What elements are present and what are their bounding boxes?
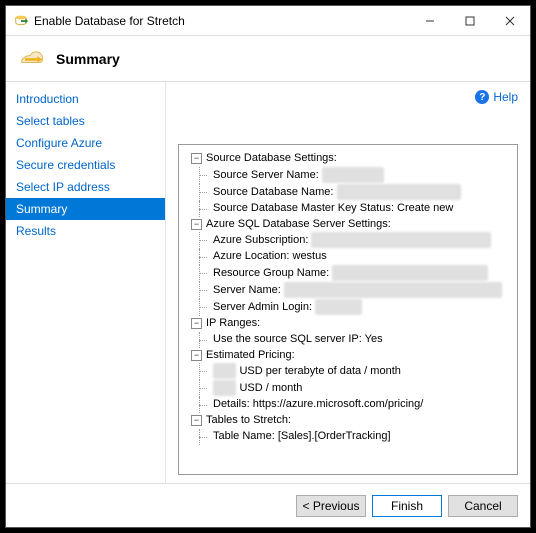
wizard-footer: < Previous Finish Cancel bbox=[6, 483, 530, 527]
nav-results[interactable]: Results bbox=[6, 220, 165, 242]
tree-leaf: Source Database Name: ████████████████ bbox=[209, 184, 511, 201]
window-title: Enable Database for Stretch bbox=[34, 14, 410, 28]
wizard-header: Summary bbox=[6, 36, 530, 82]
nav-summary[interactable]: Summary bbox=[6, 198, 165, 220]
finish-button[interactable]: Finish bbox=[372, 495, 442, 517]
collapse-icon[interactable]: − bbox=[191, 318, 202, 329]
help-icon: ? bbox=[475, 90, 489, 104]
tree-leaf: ███ USD per terabyte of data / month bbox=[209, 363, 511, 380]
nav-introduction[interactable]: Introduction bbox=[6, 88, 165, 110]
collapse-icon[interactable]: − bbox=[191, 219, 202, 230]
collapse-icon[interactable]: − bbox=[191, 350, 202, 361]
tree-leaf: Azure Location: westus bbox=[209, 249, 511, 265]
db-icon bbox=[14, 14, 28, 28]
previous-button[interactable]: < Previous bbox=[296, 495, 366, 517]
tree-leaf: Use the source SQL server IP: Yes bbox=[209, 332, 511, 348]
tree-section-tables[interactable]: −Tables to Stretch: Table Name: [Sales].… bbox=[187, 413, 511, 445]
tree-section-azure-server[interactable]: −Azure SQL Database Server Settings: Azu… bbox=[187, 217, 511, 316]
tree-section-source-db[interactable]: −Source Database Settings: Source Server… bbox=[187, 151, 511, 217]
page-title: Summary bbox=[56, 51, 120, 67]
tree-leaf: Server Name: ███████████████████████████… bbox=[209, 282, 511, 299]
tree-leaf: Resource Group Name: ███████████████████… bbox=[209, 265, 511, 282]
tree-section-ip-ranges[interactable]: −IP Ranges: Use the source SQL server IP… bbox=[187, 316, 511, 348]
tree-leaf: ███ USD / month bbox=[209, 380, 511, 397]
dialog-window: Enable Database for Stretch Summary Intr… bbox=[5, 5, 531, 528]
maximize-button[interactable] bbox=[450, 6, 490, 35]
tree-leaf: Source Server Name: ████████ bbox=[209, 167, 511, 184]
minimize-button[interactable] bbox=[410, 6, 450, 35]
tree-leaf: Details: https://azure.microsoft.com/pri… bbox=[209, 397, 511, 413]
nav-select-tables[interactable]: Select tables bbox=[6, 110, 165, 132]
help-link[interactable]: Help bbox=[493, 90, 518, 104]
tree-section-pricing[interactable]: −Estimated Pricing: ███ USD per terabyte… bbox=[187, 348, 511, 414]
summary-tree: −Source Database Settings: Source Server… bbox=[178, 144, 518, 475]
tree-leaf: Table Name: [Sales].[OrderTracking] bbox=[209, 429, 511, 445]
collapse-icon[interactable]: − bbox=[191, 153, 202, 164]
close-button[interactable] bbox=[490, 6, 530, 35]
titlebar: Enable Database for Stretch bbox=[6, 6, 530, 36]
stretch-icon bbox=[18, 45, 46, 73]
tree-leaf: Source Database Master Key Status: Creat… bbox=[209, 201, 511, 217]
nav-configure-azure[interactable]: Configure Azure bbox=[6, 132, 165, 154]
tree-leaf: Server Admin Login: ██████ bbox=[209, 299, 511, 316]
nav-secure-credentials[interactable]: Secure credentials bbox=[6, 154, 165, 176]
wizard-nav: Introduction Select tables Configure Azu… bbox=[6, 82, 166, 483]
collapse-icon[interactable]: − bbox=[191, 415, 202, 426]
nav-select-ip-address[interactable]: Select IP address bbox=[6, 176, 165, 198]
tree-leaf: Azure Subscription: ████████████████████… bbox=[209, 232, 511, 249]
cancel-button[interactable]: Cancel bbox=[448, 495, 518, 517]
